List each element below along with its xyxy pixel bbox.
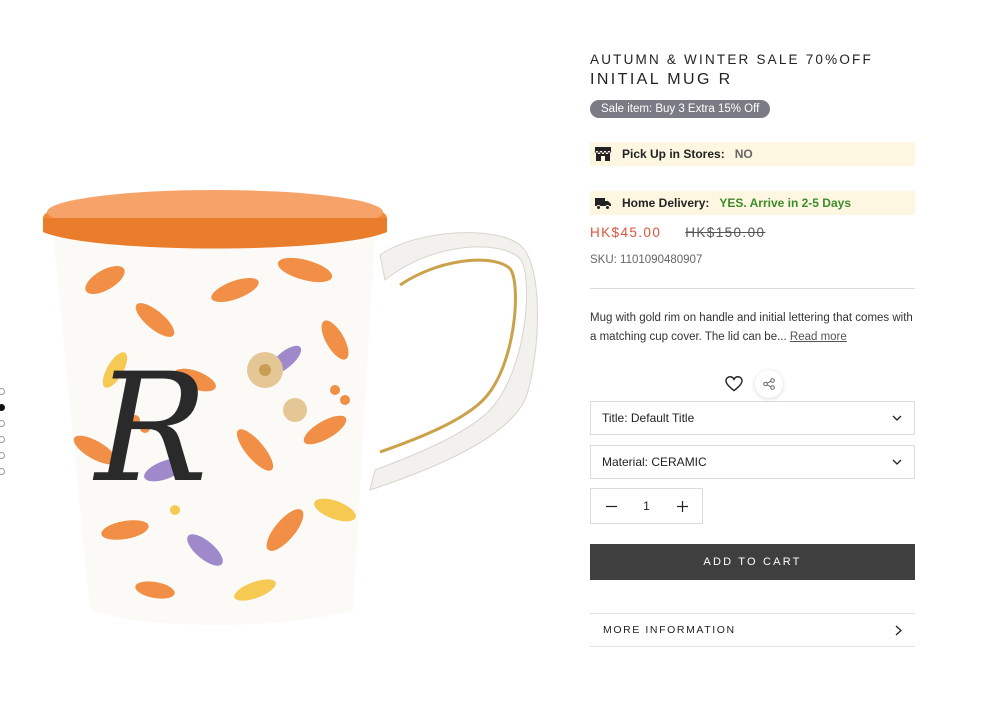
- delivery-availability: Home Delivery: YES. Arrive in 2-5 Days: [590, 191, 915, 215]
- product-description: Mug with gold rim on handle and initial …: [590, 309, 915, 347]
- minus-icon: [605, 505, 617, 507]
- increase-quantity-button[interactable]: [662, 489, 702, 523]
- truck-icon: [594, 195, 612, 211]
- description-text: Mug with gold rim on handle and initial …: [590, 312, 913, 343]
- material-select-value: Material: CERAMIC: [602, 455, 707, 469]
- sale-title: AUTUMN & WINTER SALE 70%OFF: [590, 52, 873, 67]
- divider: [590, 288, 915, 289]
- title-select[interactable]: Title: Default Title: [590, 401, 915, 435]
- svg-text:R: R: [92, 342, 208, 516]
- add-to-cart-button[interactable]: ADD TO CART: [590, 544, 915, 580]
- wishlist-share-row: [590, 369, 915, 399]
- chevron-down-icon: [892, 415, 902, 421]
- product-title: INITIAL MUG R: [590, 71, 733, 88]
- gallery-dot[interactable]: [0, 452, 5, 459]
- material-select[interactable]: Material: CERAMIC: [590, 445, 915, 479]
- more-information-toggle[interactable]: MORE INFORMATION: [590, 613, 915, 647]
- delivery-value: YES. Arrive in 2-5 Days: [719, 196, 851, 210]
- product-info: AUTUMN & WINTER SALE 70%OFF INITIAL MUG …: [590, 52, 915, 647]
- sale-price: HK$45.00: [590, 225, 662, 240]
- quantity-value[interactable]: 1: [643, 499, 650, 513]
- pickup-availability: Pick Up in Stores: NO: [590, 142, 915, 166]
- delivery-label: Home Delivery:: [622, 196, 710, 210]
- product-image[interactable]: R: [35, 170, 540, 640]
- plus-icon: [676, 500, 688, 512]
- sku-number: 1101090480907: [620, 254, 703, 266]
- heart-icon: [724, 376, 743, 392]
- decrease-quantity-button[interactable]: [591, 489, 631, 523]
- price-row: HK$45.00 HK$150.00: [590, 225, 915, 240]
- share-icon: [762, 378, 775, 390]
- pickup-label: Pick Up in Stores:: [622, 147, 725, 161]
- gallery-dots: [0, 388, 5, 475]
- share-button[interactable]: [754, 370, 783, 398]
- wishlist-button[interactable]: [723, 373, 745, 395]
- gallery-dot[interactable]: [0, 420, 5, 427]
- product-page: R AUTUMN & WINTER SALE 70%OFF INITIAL MU…: [0, 0, 1000, 703]
- store-icon: [594, 146, 612, 162]
- gallery-dot[interactable]: [0, 388, 5, 395]
- gallery-dot[interactable]: [0, 436, 5, 443]
- product-gallery: R: [0, 0, 560, 703]
- sku: SKU: 1101090480907: [590, 254, 915, 266]
- sale-badge: Sale item: Buy 3 Extra 15% Off: [590, 100, 771, 118]
- gallery-dot[interactable]: [0, 468, 5, 475]
- read-more-link[interactable]: Read more: [790, 331, 847, 343]
- gallery-dot-active[interactable]: [0, 404, 5, 411]
- title-select-value: Title: Default Title: [602, 411, 695, 425]
- compare-price: HK$150.00: [685, 225, 766, 240]
- sku-label: SKU:: [590, 254, 617, 266]
- pickup-value: NO: [734, 147, 753, 161]
- quantity-stepper: 1: [590, 488, 703, 524]
- more-information-label: MORE INFORMATION: [603, 624, 736, 636]
- chevron-down-icon: [892, 459, 902, 465]
- chevron-right-icon: [895, 625, 902, 635]
